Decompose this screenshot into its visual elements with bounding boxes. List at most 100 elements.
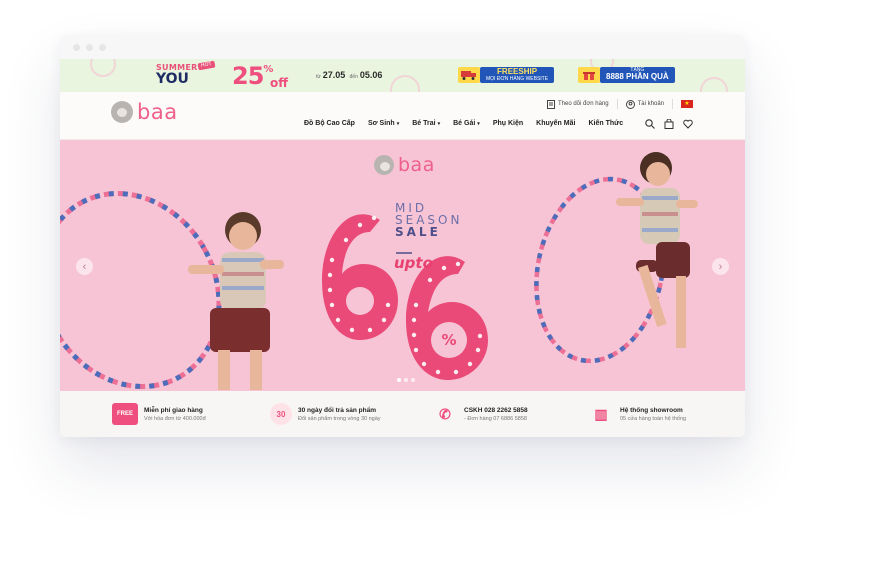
hero-logo: baa: [374, 154, 435, 176]
sheep-logo-icon: [374, 155, 394, 175]
feature-showroom: ▥ Hệ thống showroom 05 cửa hàng toàn hệ t…: [588, 403, 686, 425]
nav-item-phu-kien[interactable]: Phụ Kiện: [493, 120, 523, 127]
phone-icon: ✆: [439, 405, 451, 422]
heart-icon[interactable]: [683, 119, 693, 129]
chevron-down-icon: ▾: [396, 121, 400, 127]
user-icon: [625, 99, 635, 109]
nav-item-kien-thuc[interactable]: Kiến Thức: [588, 120, 623, 127]
date-from: 27.05: [322, 70, 346, 80]
carousel-prev-button[interactable]: ‹: [76, 258, 93, 275]
feature-customer-service: ✆ CSKH 028 2262 5858- Đơn hàng 07 6886 5…: [432, 403, 528, 425]
feature-sub: Đổi sản phẩm trong vòng 30 ngày: [298, 415, 381, 422]
freeship-sub: MỌI ĐƠN HÀNG WEBSITE: [486, 75, 549, 82]
account-link[interactable]: Tài khoản: [625, 99, 664, 109]
carousel-dot[interactable]: [404, 378, 408, 382]
decor-bubble: [90, 59, 116, 77]
feature-sub: - Đơn hàng 07 6886 5858: [464, 415, 527, 422]
carousel-dot[interactable]: [397, 378, 401, 382]
boy-right: [616, 152, 698, 348]
summer-you-logo: SUMMER YOU HOT: [156, 60, 216, 87]
features-bar: FREE Miễn phí giao hàng Với hóa đơn từ 40…: [60, 391, 745, 437]
percent-sign: %: [441, 331, 456, 349]
feature-title: CSKH 028 2262 5858: [464, 406, 528, 414]
gift-badge: TẶNG 8888 PHẦN QUÀ: [578, 65, 675, 85]
chevron-left-icon: ‹: [82, 260, 87, 273]
nav-label: Bé Gái: [453, 120, 476, 127]
nav-label: Kiến Thức: [588, 120, 624, 127]
logo-text: baa: [137, 100, 178, 124]
you-label: YOU: [156, 71, 189, 87]
nav-item-so-sinh[interactable]: Sơ Sinh ▾: [368, 120, 399, 127]
feature-title: Miễn phí giao hàng: [144, 406, 203, 414]
free-shipping-icon: FREE: [112, 403, 138, 425]
truck-icon: [458, 67, 480, 83]
feature-30-day-return: 30 30 ngày đổi trả sản phẩm Đổi sản phẩm …: [270, 403, 381, 425]
decor-bubble: [700, 77, 728, 92]
carousel-indicators: [397, 378, 415, 382]
vietnam-flag-icon[interactable]: ★: [681, 100, 693, 108]
freeship-box: FREESHIP MỌI ĐƠN HÀNG WEBSITE: [480, 67, 555, 83]
chevron-down-icon: ▾: [477, 121, 480, 127]
promo-date-range: từ 27.05 đến 05.06: [314, 70, 382, 80]
freeship-badge: FREESHIP MỌI ĐƠN HÀNG WEBSITE: [458, 65, 555, 85]
shopping-bag-icon[interactable]: [664, 119, 674, 129]
feature-title: Hệ thống showroom: [620, 406, 683, 414]
boy-left: [188, 212, 284, 390]
discount-percent: %: [263, 64, 274, 75]
feature-title: 30 ngày đổi trả sản phẩm: [298, 406, 377, 414]
utility-bar: Theo dõi đơn hàng Tài khoản ★: [547, 99, 693, 109]
site-logo[interactable]: baa: [111, 100, 178, 124]
sheep-logo-icon: [111, 101, 133, 123]
upto-label: upto: [394, 254, 433, 272]
nav-label: Khuyến Mãi: [536, 120, 576, 127]
nav-item-do-bo-cao-cap[interactable]: Đồ Bộ Cao Cấp: [304, 120, 355, 127]
promo-banner[interactable]: SUMMER YOU HOT 25% off từ 27.05 đến 05.06 …: [60, 59, 745, 92]
feature-sub: Với hóa đơn từ 400.000đ: [144, 415, 206, 422]
header-icons: [645, 119, 693, 129]
return-30-icon: 30: [270, 403, 292, 425]
carousel-dot[interactable]: [411, 378, 415, 382]
gift-icon: [578, 67, 600, 83]
mid-season-sale-text: MID SEASON SALE: [395, 202, 462, 238]
site-header: baa Theo dõi đơn hàng Tài khoản ★ Đồ Bộ …: [60, 92, 745, 140]
sale-label: SALE: [395, 225, 441, 239]
chevron-down-icon: ▾: [437, 121, 441, 127]
date-to-prefix: đến: [349, 74, 358, 80]
discount-off: off: [270, 76, 288, 90]
date-to: 05.06: [359, 70, 383, 80]
discount-number: 25: [232, 62, 264, 90]
gift-main: 8888 PHẦN QUÀ: [606, 72, 669, 82]
nav-item-khuyen-mai[interactable]: Khuyến Mãi: [536, 120, 575, 127]
nav-item-be-gai[interactable]: Bé Gái ▾: [453, 120, 480, 127]
divider: [616, 99, 618, 109]
browser-window: SUMMER YOU HOT 25% off từ 27.05 đến 05.06 …: [60, 35, 745, 437]
window-chrome: [60, 35, 745, 59]
store-icon: ▥: [594, 405, 608, 422]
track-order-label: Theo dõi đơn hàng: [558, 101, 609, 107]
search-icon[interactable]: [645, 119, 655, 129]
window-dot-close[interactable]: [73, 43, 80, 51]
hot-tag: HOT: [197, 60, 216, 71]
decor-bubble: [390, 75, 420, 92]
gift-box: TẶNG 8888 PHẦN QUÀ: [600, 67, 675, 83]
nav-label: Bé Trai: [412, 120, 436, 127]
document-icon: [547, 99, 555, 109]
divider: [672, 99, 673, 109]
nav-item-be-trai[interactable]: Bé Trai ▾: [412, 120, 440, 127]
window-dot-maximize[interactable]: [99, 43, 106, 51]
nav-label: Sơ Sinh: [367, 120, 395, 127]
track-order-link[interactable]: Theo dõi đơn hàng: [547, 99, 609, 109]
nav-label: Phụ Kiện: [492, 120, 524, 127]
hero-logo-text: baa: [398, 154, 435, 176]
date-from-prefix: từ: [316, 74, 321, 80]
nav-label: Đồ Bộ Cao Cấp: [304, 120, 355, 127]
chevron-right-icon: ›: [718, 260, 723, 273]
feature-free-shipping: FREE Miễn phí giao hàng Với hóa đơn từ 40…: [112, 403, 206, 425]
main-nav: Đồ Bộ Cao Cấp Sơ Sinh ▾ Bé Trai ▾ Bé Gái ▾ …: [304, 120, 623, 127]
discount-25-off: 25% off: [232, 62, 288, 90]
carousel-next-button[interactable]: ›: [712, 258, 729, 275]
account-label: Tài khoản: [637, 101, 664, 107]
feature-sub: 05 cửa hàng toàn hệ thống: [620, 415, 687, 422]
hero-banner[interactable]: % baa MID SEASON SALE upto ‹ ›: [60, 140, 745, 391]
window-dot-minimize[interactable]: [86, 43, 93, 51]
